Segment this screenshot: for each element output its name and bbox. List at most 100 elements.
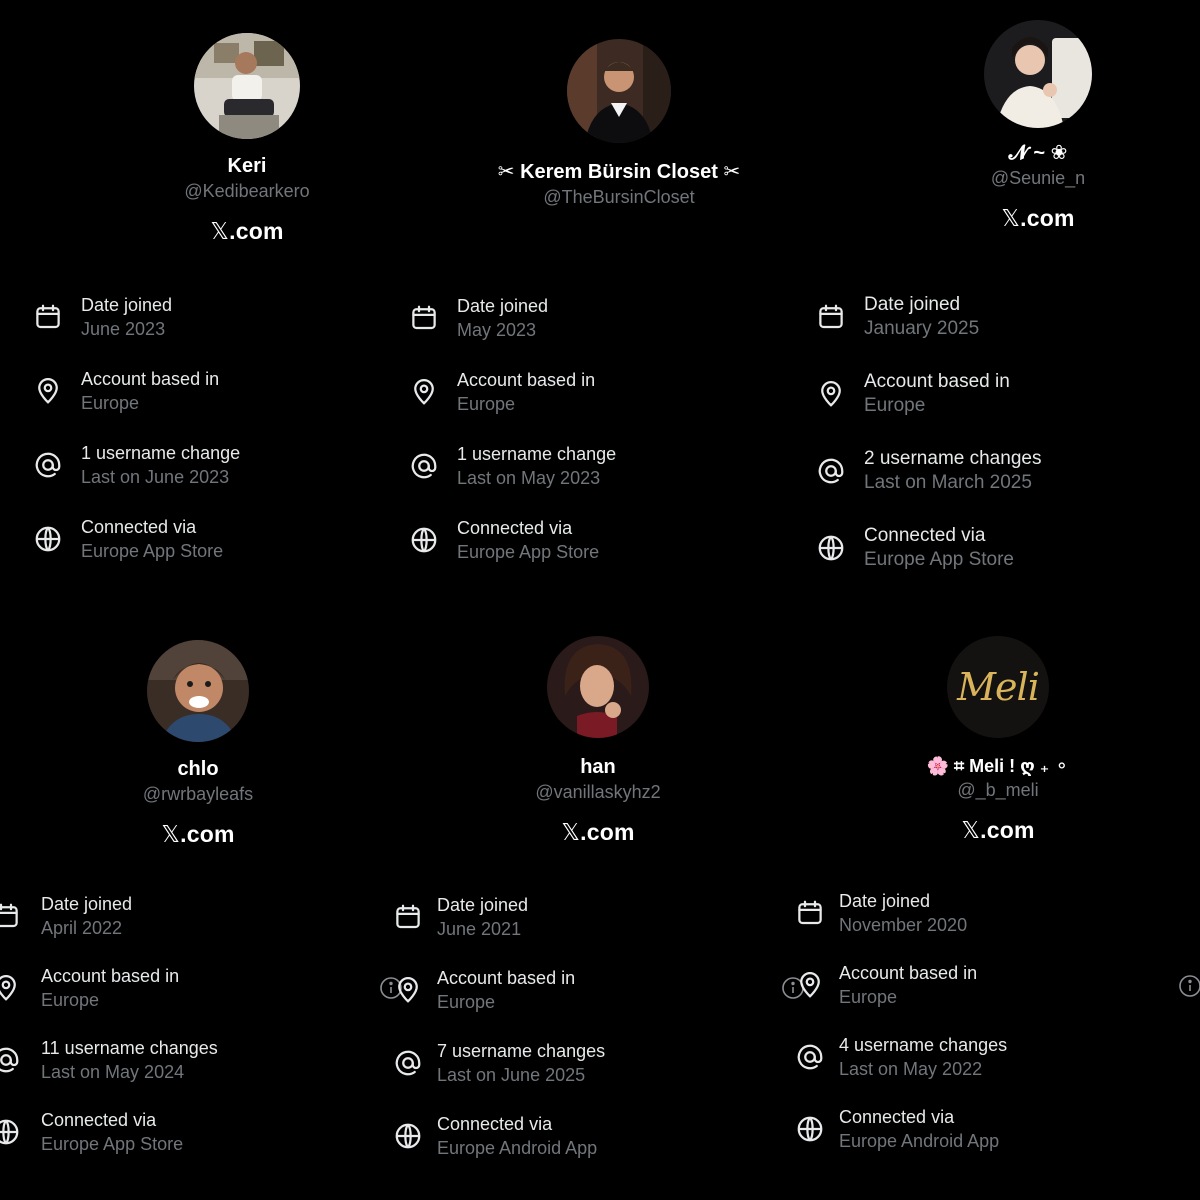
calendar-icon	[816, 302, 846, 332]
info-value: Europe	[839, 987, 898, 1007]
info-row-connected-via: Connected via Europe Android App	[795, 1093, 1007, 1165]
about-list-bursin-closet: Date joined May 2023 Account based in Eu…	[409, 281, 616, 577]
avatar[interactable]	[984, 20, 1092, 128]
site-label: .com	[229, 218, 284, 244]
display-name: Keri	[227, 155, 267, 177]
info-row-account-based-in: Account based in Europe	[33, 354, 240, 428]
info-label: Connected via	[81, 517, 197, 537]
about-list-seunie: Date joined January 2025 Account based i…	[816, 278, 1041, 586]
info-value: Last on March 2025	[864, 471, 1032, 493]
info-value: Last on May 2023	[457, 468, 601, 488]
info-label: 1 username change	[81, 443, 241, 463]
display-name: ✂ Kerem Bürsin Closet ✂	[497, 161, 741, 183]
info-icon[interactable]	[1178, 974, 1200, 998]
handle[interactable]: @rwrbayleafs	[0, 784, 398, 805]
about-list-chlo: Date joined April 2022 Account based in …	[0, 880, 218, 1168]
info-value: Last on June 2025	[437, 1064, 586, 1085]
x-site-link[interactable]: 𝕏.com	[0, 821, 398, 848]
profile-header-meli: Meli 🌸 ⌗ Meli ! ღ ₊ ⚬ @_b_meli 𝕏.com	[798, 636, 1198, 844]
profile-comparison-collage: Keri @Kedibearkero 𝕏.com Date joined Jun…	[0, 0, 1200, 1200]
info-value: May 2023	[457, 320, 537, 340]
site-label: .com	[1020, 205, 1075, 231]
info-value: Europe Android App	[437, 1137, 598, 1158]
info-row-connected-via: Connected via Europe Android App	[393, 1099, 605, 1172]
at-sign-icon	[816, 456, 846, 486]
about-list-han: Date joined June 2021 Account based in E…	[393, 880, 605, 1172]
info-value: Europe	[81, 393, 140, 413]
x-site-link[interactable]: 𝕏.com	[47, 218, 447, 245]
info-label: 2 username changes	[864, 447, 1042, 469]
info-label: 11 username changes	[41, 1038, 218, 1058]
info-value: June 2023	[81, 319, 166, 339]
avatar[interactable]	[567, 39, 671, 143]
calendar-icon	[795, 898, 825, 928]
info-value: November 2020	[839, 915, 968, 935]
site-label: .com	[180, 821, 235, 847]
avatar[interactable]: Meli	[947, 636, 1049, 738]
info-row-date-joined: Date joined June 2023	[33, 280, 240, 354]
handle[interactable]: @vanillaskyhz2	[398, 782, 798, 803]
location-pin-icon	[33, 376, 63, 406]
info-label: Account based in	[41, 966, 180, 986]
profile-header-seunie: 𝓝 ~ ❀ @Seunie_n 𝕏.com	[838, 20, 1200, 232]
info-row-date-joined: Date joined January 2025	[816, 278, 1041, 355]
at-sign-icon	[0, 1045, 21, 1075]
info-label: 7 username changes	[437, 1040, 606, 1061]
globe-icon	[33, 524, 63, 554]
at-sign-icon	[795, 1042, 825, 1072]
about-list-keri: Date joined June 2023 Account based in E…	[33, 280, 240, 576]
profile-header-keri: Keri @Kedibearkero 𝕏.com	[47, 33, 447, 245]
avatar[interactable]	[147, 640, 249, 742]
info-label: Connected via	[864, 524, 986, 546]
at-sign-icon	[409, 451, 439, 481]
x-logo-icon: 𝕏	[161, 822, 181, 848]
info-value: Last on May 2022	[839, 1059, 983, 1079]
info-label: Account based in	[864, 370, 1010, 392]
info-value: Europe	[864, 394, 926, 416]
info-row-account-based-in: Account based in Europe	[0, 952, 218, 1024]
info-row-account-based-in: Account based in Europe	[409, 355, 616, 429]
calendar-icon	[393, 902, 423, 932]
avatar-photo-icon	[567, 39, 671, 143]
info-row-date-joined: Date joined April 2022	[0, 880, 218, 952]
display-name: 🌸 ⌗ Meli ! ღ ₊ ⚬	[926, 756, 1070, 776]
location-pin-icon	[393, 975, 423, 1005]
handle[interactable]: @Seunie_n	[838, 168, 1200, 189]
info-row-date-joined: Date joined June 2021	[393, 880, 605, 953]
info-row-connected-via: Connected via Europe App Store	[816, 509, 1041, 586]
x-site-link[interactable]: 𝕏.com	[838, 205, 1200, 232]
info-label: Account based in	[437, 967, 576, 988]
info-value: Last on May 2024	[41, 1062, 185, 1082]
handle[interactable]: @_b_meli	[798, 780, 1198, 801]
avatar[interactable]	[194, 33, 300, 139]
handle[interactable]: @TheBursinCloset	[419, 187, 819, 208]
info-row-username-changes: 1 username change Last on May 2023	[409, 429, 616, 503]
info-value: June 2021	[437, 918, 522, 939]
x-site-link[interactable]: 𝕏.com	[398, 819, 798, 846]
info-value: Europe App Store	[41, 1134, 184, 1154]
info-value: January 2025	[864, 317, 980, 339]
info-row-username-changes: 1 username change Last on June 2023	[33, 428, 240, 502]
info-row-username-changes: 4 username changes Last on May 2022	[795, 1021, 1007, 1093]
info-value: Europe	[437, 991, 496, 1012]
info-row-date-joined: Date joined May 2023	[409, 281, 616, 355]
x-site-link[interactable]: 𝕏.com	[798, 817, 1198, 844]
info-label: Date joined	[457, 296, 549, 316]
handle[interactable]: @Kedibearkero	[47, 181, 447, 202]
avatar-photo-icon	[984, 20, 1092, 128]
info-label: Connected via	[839, 1107, 955, 1127]
x-logo-icon: 𝕏	[561, 820, 581, 846]
location-pin-icon	[409, 377, 439, 407]
info-label: Account based in	[81, 369, 220, 389]
profile-header-chlo: chlo @rwrbayleafs 𝕏.com	[0, 640, 398, 848]
calendar-icon	[33, 302, 63, 332]
info-label: Date joined	[864, 293, 961, 315]
avatar-logo-text: Meli	[957, 665, 1040, 709]
profile-header-bursin-closet: ✂ Kerem Bürsin Closet ✂ @TheBursinCloset	[419, 39, 819, 208]
profile-header-han: han @vanillaskyhz2 𝕏.com	[398, 636, 798, 846]
info-label: Connected via	[437, 1113, 553, 1134]
info-value: Europe App Store	[81, 541, 224, 561]
avatar[interactable]	[547, 636, 649, 738]
info-label: 1 username change	[457, 444, 617, 464]
globe-icon	[409, 525, 439, 555]
